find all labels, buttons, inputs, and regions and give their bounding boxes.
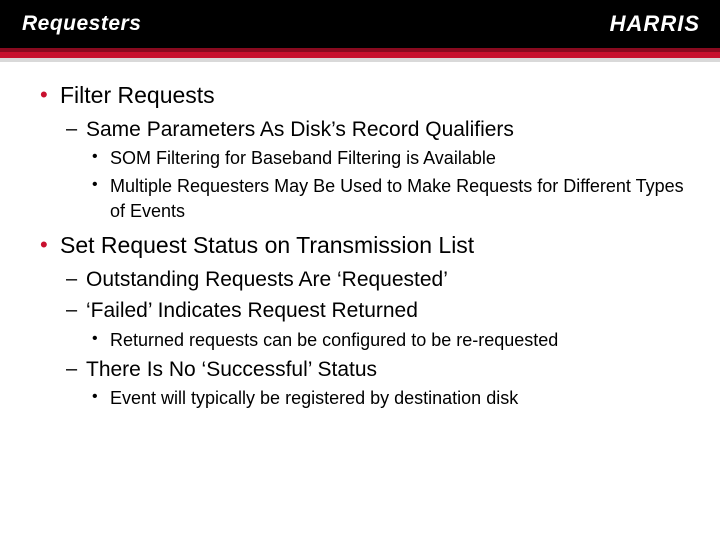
list-item: Same Parameters As Disk’s Record Qualifi… (60, 115, 684, 224)
list-item: Multiple Requesters May Be Used to Make … (86, 174, 684, 224)
header-banner (0, 48, 720, 62)
bullet-list: Returned requests can be configured to b… (86, 328, 684, 353)
list-item: Set Request Status on Transmission List … (36, 230, 684, 412)
bullet-list: Outstanding Requests Are ‘Requested’ ‘Fa… (60, 265, 684, 412)
list-item: Event will typically be registered by de… (86, 386, 684, 411)
list-item: ‘Failed’ Indicates Request Returned Retu… (60, 296, 684, 353)
list-item: There Is No ‘Successful’ Status Event wi… (60, 355, 684, 412)
list-item: SOM Filtering for Baseband Filtering is … (86, 146, 684, 171)
list-item: Filter Requests Same Parameters As Disk’… (36, 80, 684, 224)
list-item: Outstanding Requests Are ‘Requested’ (60, 265, 684, 294)
bullet-list: Filter Requests Same Parameters As Disk’… (36, 80, 684, 412)
slide-title: Requesters (22, 12, 141, 36)
slide-body: Filter Requests Same Parameters As Disk’… (0, 62, 720, 412)
bullet-text: Event will typically be registered by de… (110, 388, 518, 408)
bullet-text: Set Request Status on Transmission List (60, 232, 474, 258)
slide-header: Requesters HARRIS (0, 0, 720, 48)
bullet-list: Same Parameters As Disk’s Record Qualifi… (60, 115, 684, 224)
bullet-text: Filter Requests (60, 82, 215, 108)
bullet-text: Outstanding Requests Are ‘Requested’ (86, 268, 448, 291)
bullet-text: Multiple Requesters May Be Used to Make … (110, 176, 684, 221)
bullet-text: Returned requests can be configured to b… (110, 330, 558, 350)
bullet-list: SOM Filtering for Baseband Filtering is … (86, 146, 684, 224)
brand-logo: HARRIS (610, 11, 700, 37)
list-item: Returned requests can be configured to b… (86, 328, 684, 353)
bullet-text: Same Parameters As Disk’s Record Qualifi… (86, 118, 514, 141)
bullet-text: There Is No ‘Successful’ Status (86, 358, 377, 381)
bullet-list: Event will typically be registered by de… (86, 386, 684, 411)
bullet-text: SOM Filtering for Baseband Filtering is … (110, 148, 496, 168)
bullet-text: ‘Failed’ Indicates Request Returned (86, 299, 418, 322)
